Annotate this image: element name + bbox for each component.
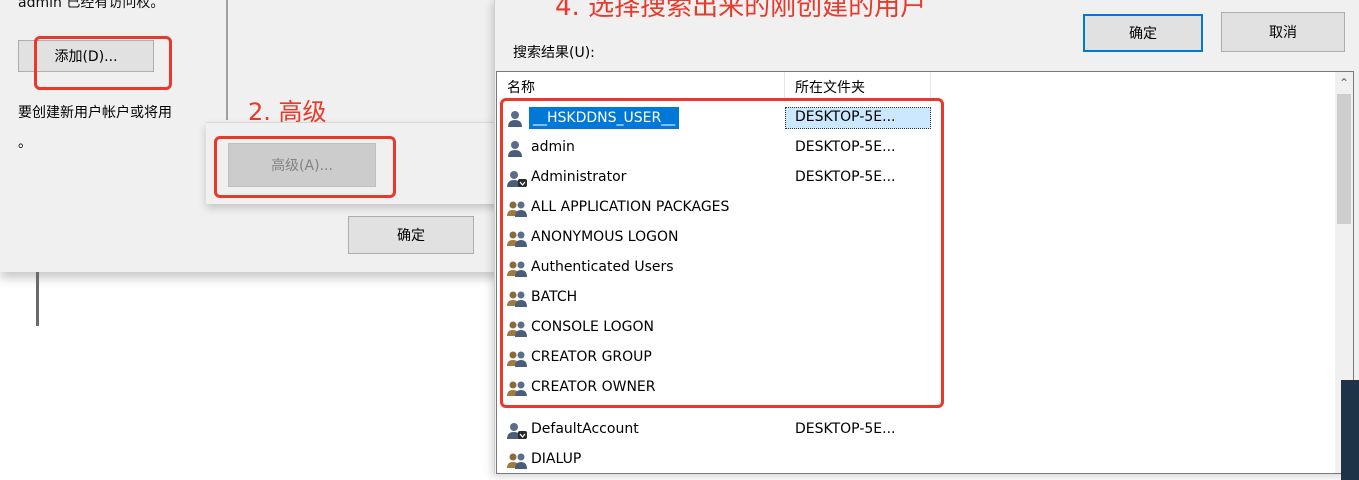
admin-user-icon [507, 422, 529, 440]
list-item[interactable]: DefaultAccount DESKTOP-5E... [497, 416, 1339, 446]
column-header-name[interactable]: 名称 [497, 72, 785, 102]
group-icon [507, 452, 529, 470]
chevron-up-icon[interactable]: ⌃ [1335, 76, 1353, 92]
annotation-select-user: 4. 选择搜索出来的刚创建的用户 [555, 0, 927, 22]
item-name: __HSKDDNS_USER__ [529, 107, 680, 129]
list-item[interactable]: ALL APPLICATION PACKAGES [497, 194, 1339, 224]
background-window-edge [1341, 380, 1359, 480]
page-border-line [36, 272, 39, 326]
list-item[interactable]: CREATOR GROUP [497, 344, 1339, 374]
create-user-description: 要创建新用户帐户或将用 [18, 105, 172, 121]
group-icon [507, 320, 529, 338]
item-name: Authenticated Users [531, 259, 674, 275]
item-folder: DESKTOP-5E... [795, 139, 896, 155]
item-name: DIALUP [531, 451, 582, 467]
list-item[interactable]: BATCH [497, 284, 1339, 314]
column-header-folder[interactable]: 所在文件夹 [785, 72, 931, 102]
group-icon [507, 260, 529, 278]
item-name: BATCH [531, 289, 578, 305]
item-folder: DESKTOP-5E... [795, 421, 896, 437]
list-item[interactable]: DIALUP [497, 446, 1339, 473]
list-item[interactable]: ANONYMOUS LOGON [497, 224, 1339, 254]
ok-button[interactable]: 确定 [1083, 14, 1203, 52]
admin-user-icon [507, 170, 529, 188]
ok-button-behind[interactable]: 确定 [348, 216, 474, 254]
list-item[interactable]: admin DESKTOP-5E... [497, 134, 1339, 164]
list-item[interactable]: CREATOR OWNER [497, 374, 1339, 396]
item-name: CONSOLE LOGON [531, 319, 654, 335]
item-name: admin [531, 139, 575, 155]
item-folder: DESKTOP-5E... [795, 109, 896, 125]
item-name: CREATOR OWNER [531, 379, 656, 395]
add-button[interactable]: 添加(D)... [18, 40, 154, 72]
divider [226, 0, 228, 120]
item-name: ANONYMOUS LOGON [531, 229, 679, 245]
scroll-thumb[interactable] [1337, 94, 1351, 224]
user-icon [507, 140, 529, 158]
access-info-text: admin 已经有访问权。 [18, 0, 165, 11]
item-name: Administrator [531, 169, 627, 185]
cancel-button[interactable]: 取消 [1221, 12, 1345, 52]
search-results-label: 搜索结果(U): [513, 45, 595, 61]
item-folder: DESKTOP-5E... [795, 169, 896, 185]
group-icon [507, 200, 529, 218]
select-users-dialog: 4. 选择搜索出来的刚创建的用户 搜索结果(U): 确定 取消 名称 所在文件夹… [494, 0, 1359, 474]
list-item[interactable]: Authenticated Users [497, 254, 1339, 284]
list-item[interactable]: __HSKDDNS_USER__ DESKTOP-5E... [497, 104, 1339, 134]
list-item[interactable]: Administrator DESKTOP-5E... [497, 164, 1339, 194]
item-name: CREATOR GROUP [531, 349, 652, 365]
group-icon [507, 350, 529, 368]
search-results-list[interactable]: 名称 所在文件夹 __HSKDDNS_USER__ DESKTOP-5E... … [496, 71, 1354, 474]
item-name: ALL APPLICATION PACKAGES [531, 199, 730, 215]
group-icon [507, 230, 529, 248]
advanced-dialog: 高级(A)... [206, 122, 500, 204]
group-icon [507, 290, 529, 308]
advanced-button[interactable]: 高级(A)... [228, 143, 376, 187]
item-name: DefaultAccount [531, 421, 639, 437]
group-icon [507, 380, 529, 396]
list-item[interactable]: CONSOLE LOGON [497, 314, 1339, 344]
user-icon [507, 110, 529, 128]
description-period: 。 [18, 135, 32, 151]
